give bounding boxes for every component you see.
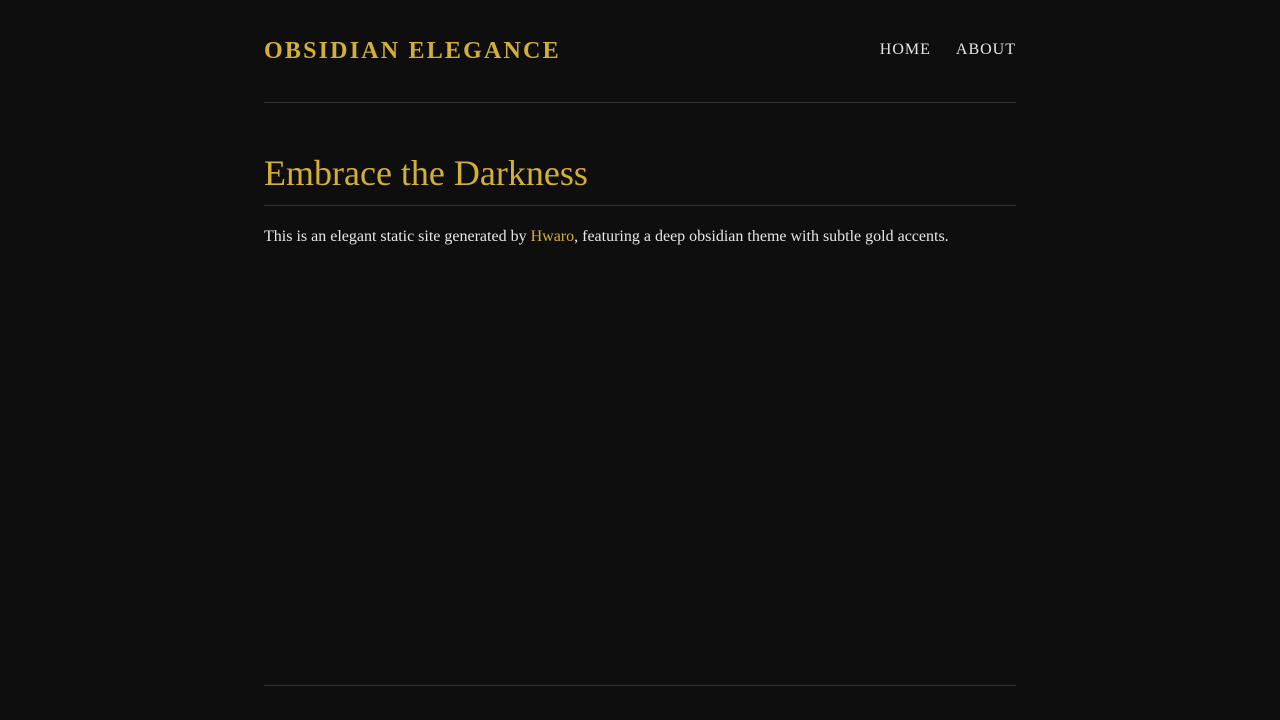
nav-item-home[interactable]: HOME xyxy=(880,40,931,60)
site-title-link[interactable]: OBSIDIAN ELEGANCE xyxy=(264,36,561,66)
site-header: OBSIDIAN ELEGANCE HOME ABOUT xyxy=(264,0,1016,103)
hwaro-link[interactable]: Hwaro xyxy=(531,228,575,245)
heading-divider xyxy=(264,205,1016,206)
page-title: Embrace the Darkness xyxy=(264,153,588,193)
intro-paragraph: This is an elegant static site generated… xyxy=(264,227,949,247)
footer-divider xyxy=(264,685,1016,686)
page-container: OBSIDIAN ELEGANCE HOME ABOUT Embrace the… xyxy=(264,0,1016,720)
main-nav: HOME ABOUT xyxy=(880,40,1016,60)
intro-text-after: , featuring a deep obsidian theme with s… xyxy=(574,228,949,245)
nav-item-about[interactable]: ABOUT xyxy=(956,40,1016,60)
intro-text-before: This is an elegant static site generated… xyxy=(264,228,531,245)
